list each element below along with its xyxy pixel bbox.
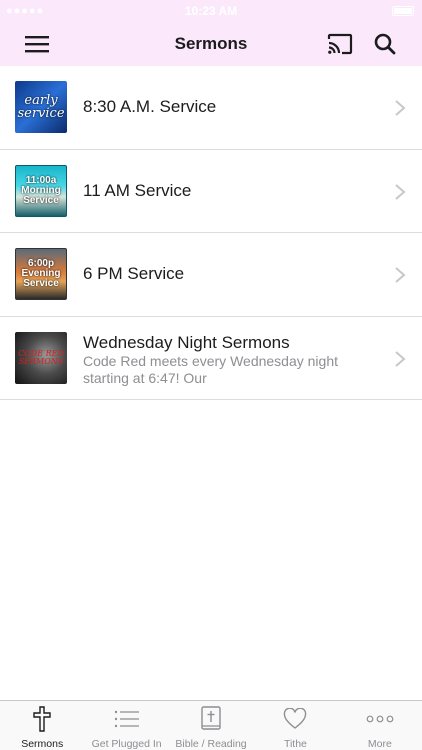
chevron-right-icon [395, 100, 406, 116]
sermon-description: Code Red meets every Wednesday night sta… [83, 352, 338, 386]
list-item[interactable]: 11:00a Morning Service 11 AM Service [0, 149, 422, 233]
thumbnail-text: CODE RED SERMONS [18, 348, 64, 366]
tab-label: Get Plugged In [91, 738, 162, 750]
search-icon [374, 33, 396, 55]
navigation-bar: Sermons [0, 22, 422, 66]
sermon-list: early service 8:30 A.M. Service 11:00a M… [0, 66, 422, 400]
chevron-right-icon [395, 183, 406, 200]
tab-label: More [367, 738, 392, 750]
tab-sermons[interactable]: Sermons [0, 701, 84, 750]
tab-tithe[interactable]: Tithe [253, 701, 337, 750]
tab-label: Bible / Reading [175, 738, 247, 750]
cast-icon [327, 33, 353, 55]
heart-icon [284, 708, 307, 729]
list-item[interactable]: 6:00p Evening Service 6 PM Service [0, 233, 422, 317]
page-title: Sermons [174, 34, 248, 53]
sermon-title: 8:30 A.M. Service [83, 97, 217, 116]
evening-service-artwork: 6:00p Evening Service [15, 248, 67, 300]
tab-more[interactable]: More [338, 701, 422, 750]
more-dots-icon [366, 715, 394, 723]
morning-service-artwork: 11:00a Morning Service [15, 164, 67, 217]
list-item[interactable]: CODE RED SERMONS Wednesday Night Sermons… [0, 316, 422, 400]
status-time: 10:23 AM [184, 4, 238, 18]
sermon-title: 6 PM Service [83, 264, 185, 283]
thumbnail-text: 6:00p Evening Service [21, 258, 61, 289]
chevron-right-icon [395, 350, 406, 367]
bible-icon [201, 706, 221, 730]
search-button[interactable] [371, 30, 399, 58]
cast-button[interactable] [326, 30, 354, 58]
status-bar: ●●●●● 10:23 AM [0, 0, 422, 22]
code-red-artwork: CODE RED SERMONS [15, 331, 67, 384]
list-icon [114, 710, 139, 728]
list-item[interactable]: early service 8:30 A.M. Service [0, 66, 422, 150]
thumbnail-text: early service [17, 93, 65, 121]
battery-icon [392, 6, 414, 16]
tab-label: Sermons [21, 738, 64, 750]
sermon-title: 11 AM Service [83, 180, 192, 200]
cross-icon [33, 706, 51, 732]
tab-bar: Sermons Get Plugged In Bible / Reading T… [0, 700, 422, 750]
tab-get-plugged-in[interactable]: Get Plugged In [84, 701, 168, 750]
tab-bible-reading[interactable]: Bible / Reading [169, 701, 253, 750]
sermon-title: Wednesday Night Sermons [83, 332, 290, 352]
early-service-artwork: early service [15, 81, 67, 133]
thumbnail-text: 11:00a Morning Service [21, 174, 61, 206]
tab-label: Tithe [283, 738, 307, 750]
chevron-right-icon [395, 267, 406, 283]
